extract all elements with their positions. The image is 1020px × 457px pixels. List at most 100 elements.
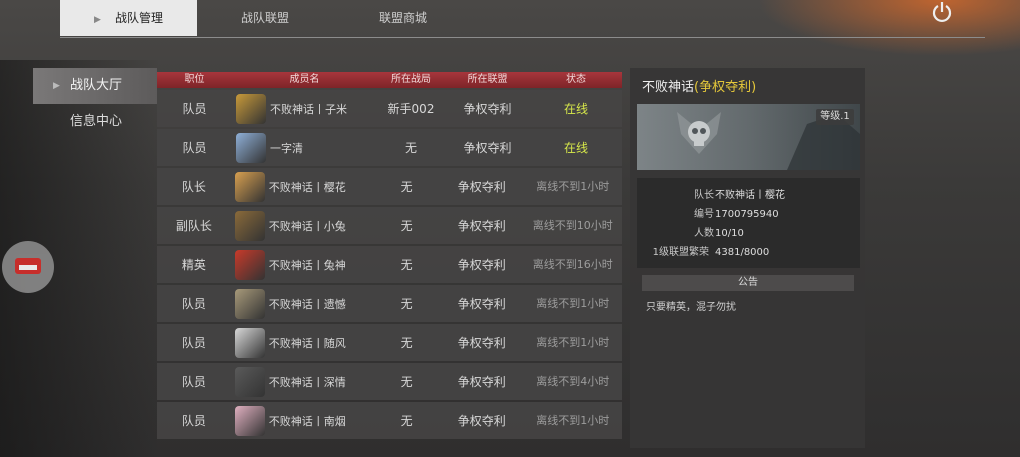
avatar[interactable] [234,327,265,358]
member-alliance: 争权夺利 [463,141,512,155]
member-alliance: 争权夺利 [457,414,506,428]
team-name: 不败神话 [642,80,695,95]
team-banner: 等级.1 [637,104,860,170]
member-battle: 无 [400,336,413,350]
sidebar-item-info-center[interactable]: 信息中心 [33,104,157,140]
sidebar-item-team-hall[interactable]: ▶ 战队大厅 [33,68,157,104]
avatar[interactable] [236,132,266,163]
avatar[interactable] [234,366,265,397]
member-status: 离线不到4小时 [536,375,610,388]
member-alliance: 争权夺利 [457,336,506,350]
table-header: 职位 成员名 所在战局 所在联盟 状态 [157,72,622,88]
member-battle: 无 [400,258,413,272]
notice-text: 只要精英，混子勿扰 [646,302,736,313]
member-role: 队员 [181,414,206,428]
header-status: 状态 [566,74,586,85]
member-status: 离线不到16小时 [532,258,613,271]
tab-alliance-shop[interactable]: 联盟商城 [348,0,458,36]
table-row[interactable]: 队员 不败神话丨随风 无 争权夺利 离线不到1小时 [157,324,622,361]
avatar[interactable] [234,288,265,319]
header-alliance: 所在联盟 [467,74,508,85]
member-status: 离线不到10小时 [532,219,613,232]
sidebar-item-label: 信息中心 [70,114,123,129]
member-battle: 新手002 [387,102,435,116]
info-row-prosperity: 1级联盟繁荣 4381/8000 [637,245,860,261]
avatar[interactable] [234,171,265,202]
play-arrow-icon: ▶ [94,15,101,25]
info-label: 1级联盟繁荣 [652,247,709,258]
assistant-icon-stripe [19,265,37,270]
member-name: 不败神话丨兔神 [268,258,346,272]
member-name: 不败神话丨深情 [268,375,346,389]
tab-label: 战队管理 [114,11,163,25]
table-row[interactable]: 队员 不败神话丨遗憾 无 争权夺利 离线不到1小时 [157,285,622,322]
avatar[interactable] [236,93,266,124]
play-arrow-icon: ▶ [53,81,60,91]
info-value: 10/10 [715,228,744,239]
table-row[interactable]: 精英 不败神话丨兔神 无 争权夺利 离线不到16小时 [157,246,622,283]
tab-team-alliance[interactable]: 战队联盟 [210,0,320,36]
notice-header: 公告 [642,275,854,291]
member-status: 离线不到1小时 [536,414,610,427]
member-status: 离线不到1小时 [536,180,610,193]
alliance-tag: (争权夺利) [694,80,757,95]
info-label: 编号 [694,209,714,220]
member-role: 队员 [181,375,206,389]
member-status: 在线 [563,102,588,116]
member-name: 不败神话丨遗憾 [268,297,346,311]
avatar[interactable] [234,405,265,436]
member-role: 队长 [181,180,206,194]
avatar[interactable] [234,249,265,280]
member-name-cell: 不败神话丨樱花 [231,171,374,202]
team-info-panel: 不败神话(争权夺利) 等级.1 队长 不败神话丨樱花 编号 1700795940… [630,68,865,448]
member-name-cell: 一字清 [232,132,377,163]
avatar[interactable] [234,210,265,241]
info-value: 1700795940 [715,209,779,220]
info-row-id: 编号 1700795940 [637,207,860,223]
tab-team-management[interactable]: ▶ 战队管理 [60,0,197,36]
member-battle: 无 [400,375,413,389]
member-status: 在线 [563,141,588,155]
member-status: 离线不到1小时 [536,336,610,349]
table-row[interactable]: 队员 一字清 无 争权夺利 在线 [157,129,622,166]
member-alliance: 争权夺利 [457,180,506,194]
table-row[interactable]: 队员 不败神话丨深情 无 争权夺利 离线不到4小时 [157,363,622,400]
member-name: 不败神话丨小兔 [268,219,346,233]
header-role: 职位 [184,74,205,85]
info-row-members: 人数 10/10 [637,226,860,242]
member-alliance: 争权夺利 [457,219,506,233]
member-battle: 无 [400,180,413,194]
member-table: 职位 成员名 所在战局 所在联盟 状态 队员 不败神话丨子米 新手002 争权夺利 在线… [157,72,622,439]
floating-assistant-button[interactable] [2,241,54,293]
tab-label: 联盟商城 [378,11,427,25]
info-value: 不败神话丨樱花 [715,190,785,201]
member-name: 不败神话丨子米 [270,102,347,116]
header-battle: 所在战局 [391,74,431,85]
table-row[interactable]: 队长 不败神话丨樱花 无 争权夺利 离线不到1小时 [157,168,622,205]
tab-label: 战队联盟 [240,11,289,25]
member-role: 队员 [181,336,206,350]
member-battle: 无 [404,141,417,155]
member-name-cell: 不败神话丨小兔 [231,210,374,241]
table-row[interactable]: 副队长 不败神话丨小兔 无 争权夺利 离线不到10小时 [157,207,622,244]
member-battle: 无 [400,414,413,428]
info-label: 人数 [694,228,714,239]
info-value: 4381/8000 [715,247,770,258]
member-name-cell: 不败神话丨子米 [232,93,377,124]
info-row-leader: 队长 不败神话丨樱花 [637,188,860,204]
member-role: 队员 [182,102,207,116]
member-name-cell: 不败神话丨遗憾 [231,288,374,319]
sidebar-item-label: 战队大厅 [70,78,123,93]
table-row[interactable]: 队员 不败神话丨子米 新手002 争权夺利 在线 [157,90,622,127]
member-role: 队员 [181,297,206,311]
team-title: 不败神话(争权夺利) [642,76,756,95]
member-name-cell: 不败神话丨南烟 [231,405,374,436]
team-info-box: 队长 不败神话丨樱花 编号 1700795940 人数 10/10 1级联盟繁荣… [637,178,860,268]
member-alliance: 争权夺利 [457,297,506,311]
power-icon[interactable] [930,0,954,24]
table-row[interactable]: 队员 不败神话丨南烟 无 争权夺利 离线不到1小时 [157,402,622,439]
member-alliance: 争权夺利 [463,102,512,116]
level-badge: 等级.1 [816,109,854,125]
member-role: 精英 [181,258,206,272]
member-name: 不败神话丨南烟 [268,414,346,428]
